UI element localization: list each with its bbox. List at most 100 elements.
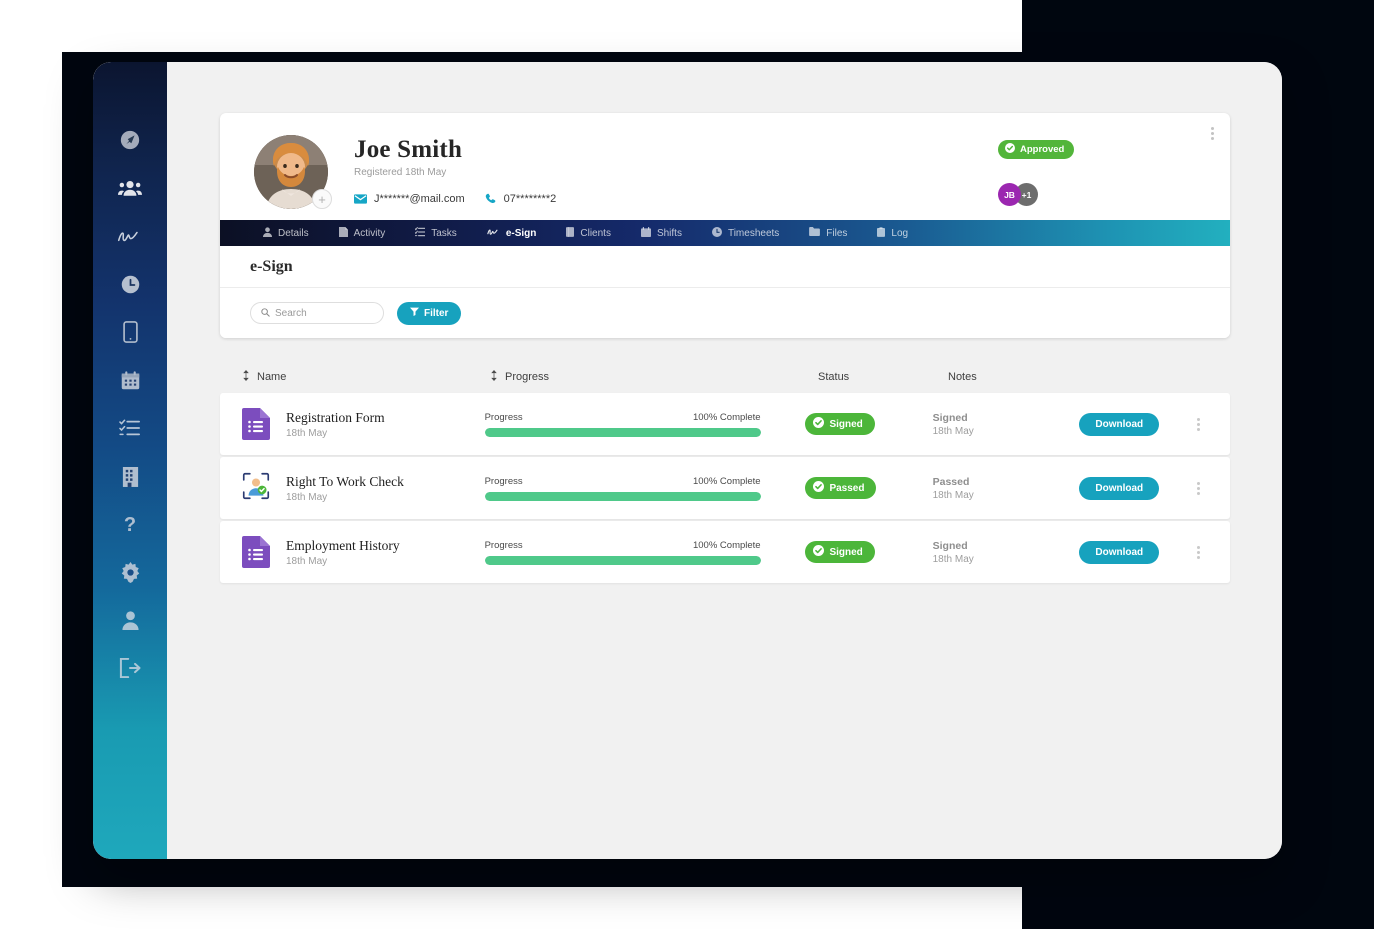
status-pill-label: Passed xyxy=(829,482,865,494)
sidebar-item-mobile[interactable] xyxy=(93,308,167,356)
progress-percent: 100% Complete xyxy=(692,475,761,487)
search-input[interactable] xyxy=(275,307,373,319)
download-button[interactable]: Download xyxy=(1079,412,1160,436)
table-row[interactable]: Employment History 18th May Progress 100… xyxy=(220,521,1230,583)
search-box[interactable] xyxy=(250,302,384,324)
tab-details[interactable]: Details xyxy=(248,220,324,246)
tab-log[interactable]: Log xyxy=(862,220,923,246)
folder-icon xyxy=(809,227,821,239)
notes-title: Signed xyxy=(932,539,968,552)
funnel-icon xyxy=(410,307,419,319)
progress-label: Progress xyxy=(484,475,523,487)
table-row[interactable]: Right To Work Check 18th May Progress 10… xyxy=(220,457,1230,519)
sidebar-item-dashboard[interactable] xyxy=(93,116,167,164)
progress-track xyxy=(484,555,761,565)
progress-labels: Progress 100% Complete xyxy=(485,476,761,487)
progress-wrapper: Progress 100% Complete xyxy=(484,412,761,437)
tab-clients[interactable]: Clients xyxy=(551,220,626,246)
row-status-cell: Passed xyxy=(805,477,932,499)
progress-fill xyxy=(484,491,761,501)
tab-esign[interactable]: e-Sign xyxy=(472,220,552,246)
status-badge: Approved xyxy=(998,140,1075,159)
row-name-text: Registration Form 18th May xyxy=(286,410,385,439)
profile-info: Joe Smith Registered 18th May J*******@m… xyxy=(354,131,998,220)
filter-button[interactable]: Filter xyxy=(397,301,462,325)
document-date: 18th May xyxy=(286,555,328,567)
sidebar-item-logout[interactable] xyxy=(93,644,167,692)
progress-fill xyxy=(484,555,761,565)
row-more-menu[interactable] xyxy=(1196,417,1230,431)
tab-label: Tasks xyxy=(431,227,457,239)
download-button[interactable]: Download xyxy=(1079,540,1160,564)
column-header-label: Progress xyxy=(505,371,550,383)
row-progress-cell: Progress 100% Complete xyxy=(484,476,806,501)
row-action-cell: Download xyxy=(1079,476,1196,500)
dot xyxy=(1196,422,1200,426)
calendar-icon xyxy=(640,226,651,240)
svg-text:?: ? xyxy=(124,514,136,535)
tab-label: Activity xyxy=(353,227,386,239)
sidebar-item-esign[interactable] xyxy=(93,212,167,260)
progress-label: Progress xyxy=(484,411,523,423)
dot xyxy=(1196,481,1200,485)
sidebar-item-time[interactable] xyxy=(93,260,167,308)
check-circle-icon xyxy=(813,481,825,495)
search-icon xyxy=(261,304,270,322)
notes-date: 18th May xyxy=(932,553,974,565)
column-header-status: Status xyxy=(818,371,948,383)
download-button[interactable]: Download xyxy=(1079,476,1160,500)
table-row[interactable]: Registration Form 18th May Progress 100%… xyxy=(220,393,1230,455)
progress-labels: Progress 100% Complete xyxy=(485,412,761,423)
email-value: J*******@mail.com xyxy=(374,193,465,205)
sidebar-item-companies[interactable] xyxy=(93,452,167,500)
tab-label: Files xyxy=(826,227,848,239)
sidebar-item-people[interactable] xyxy=(93,164,167,212)
form-doc-icon xyxy=(242,408,270,440)
add-photo-button[interactable]: + xyxy=(312,189,332,209)
row-more-menu[interactable] xyxy=(1196,481,1230,495)
sidebar-item-settings[interactable] xyxy=(93,548,167,596)
tab-tasks[interactable]: Tasks xyxy=(400,220,472,246)
logout-icon xyxy=(119,658,141,678)
dot xyxy=(1196,545,1200,549)
phone-contact[interactable]: 07********2 xyxy=(485,193,557,205)
tab-timesheets[interactable]: Timesheets xyxy=(697,220,794,246)
collaborator-avatars: JB +1 xyxy=(998,183,1038,206)
app-window: ? + Joe Smith Registered 18th May J*****… xyxy=(93,62,1282,859)
row-progress-cell: Progress 100% Complete xyxy=(484,540,806,565)
tab-label: Details xyxy=(278,227,309,239)
clock-icon xyxy=(711,226,722,240)
row-name-text: Right To Work Check 18th May xyxy=(286,474,404,503)
sidebar-item-calendar[interactable] xyxy=(93,356,167,404)
dot xyxy=(1211,127,1214,130)
tab-shifts[interactable]: Shifts xyxy=(626,220,697,246)
column-header-name[interactable]: Name xyxy=(242,370,490,384)
question-icon: ? xyxy=(121,513,139,535)
profile-status-area: Approved JB +1 xyxy=(998,131,1208,220)
gear-icon xyxy=(120,561,141,583)
collaborator-avatar[interactable]: JB xyxy=(998,183,1021,206)
dot xyxy=(1196,491,1200,495)
sidebar-item-tasks[interactable] xyxy=(93,404,167,452)
row-notes-cell: Passed 18th May xyxy=(933,476,1080,501)
progress-wrapper: Progress 100% Complete xyxy=(484,476,761,501)
row-notes-cell: Signed 18th May xyxy=(933,412,1080,437)
tab-files[interactable]: Files xyxy=(794,220,862,246)
sort-icon xyxy=(242,370,250,384)
tab-activity[interactable]: Activity xyxy=(324,220,401,246)
profile-more-menu[interactable] xyxy=(1211,127,1214,140)
column-header-progress[interactable]: Progress xyxy=(490,370,818,384)
phone-value: 07********2 xyxy=(503,193,557,205)
email-contact[interactable]: J*******@mail.com xyxy=(354,193,465,205)
section-header: e-Sign xyxy=(220,246,1230,288)
sidebar-item-help[interactable]: ? xyxy=(93,500,167,548)
tab-label: Log xyxy=(891,227,909,239)
row-more-menu[interactable] xyxy=(1196,545,1230,559)
sidebar-item-account[interactable] xyxy=(93,596,167,644)
phone-icon xyxy=(485,193,497,205)
status-pill-label: Signed xyxy=(829,418,863,430)
esign-documents-table: Name Progress Status Notes Registration … xyxy=(220,361,1230,585)
row-menu-cell xyxy=(1196,545,1230,559)
building-icon xyxy=(121,466,140,487)
row-name-cell: Registration Form 18th May xyxy=(242,408,485,440)
